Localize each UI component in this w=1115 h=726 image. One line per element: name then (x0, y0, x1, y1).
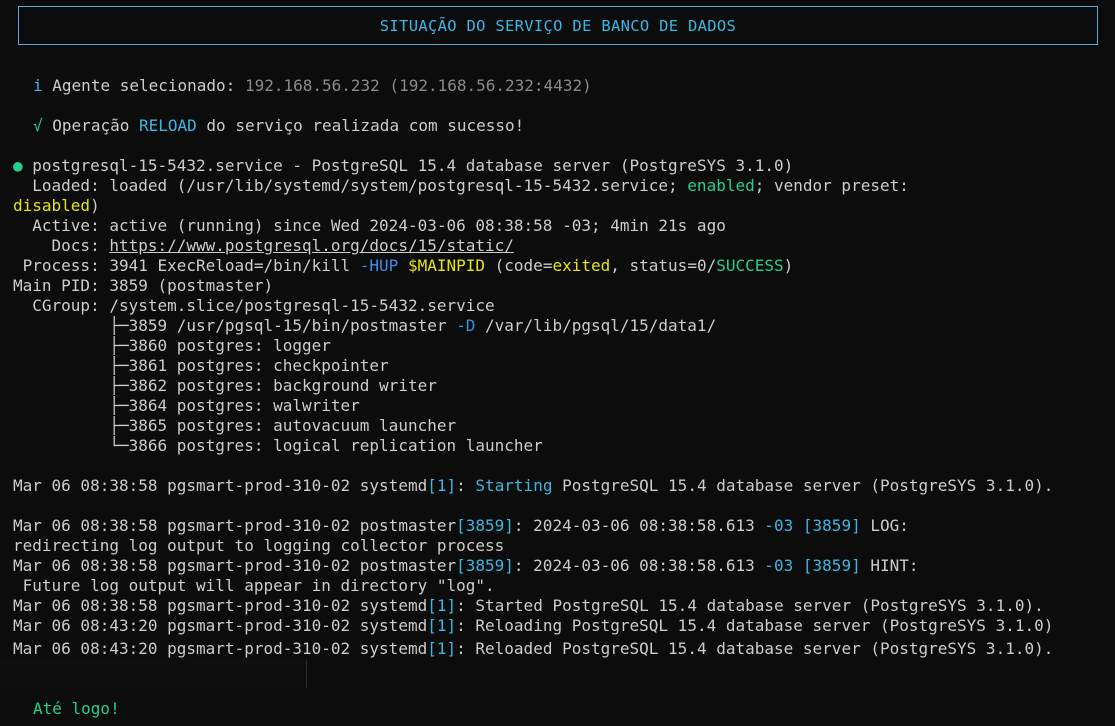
log-keyword: Starting (475, 476, 553, 495)
log-pid: [1] (427, 476, 457, 495)
agent-address: 192.168.56.232 (192.168.56.232:4432) (244, 76, 592, 95)
process-close: ) (783, 256, 794, 275)
log-prefix: Mar 06 08:43:20 pgsmart-prod-310-02 syst… (13, 639, 428, 658)
operation-name: RELOAD (138, 116, 197, 135)
result-post: do serviço realizada com sucesso! (196, 116, 525, 135)
log-pid: [1] (427, 639, 457, 658)
log-tz: -03 (764, 556, 794, 575)
log-rest: : Reloading PostgreSQL 15.4 database ser… (456, 616, 1054, 635)
docs-label: Docs: (13, 236, 110, 255)
loaded-line: Loaded: loaded (/usr/lib/systemd/system/… (13, 176, 909, 196)
log-prefix: Mar 06 08:38:58 pgsmart-prod-310-02 post… (13, 556, 457, 575)
log-pid: [3859] (456, 516, 514, 535)
log-line-continued: redirecting log output to logging collec… (13, 536, 505, 555)
log-rest: PostgreSQL 15.4 database server (Postgre… (552, 476, 1054, 495)
pane-divider (306, 660, 307, 688)
process-line: Process: 3941 ExecReload=/bin/kill -HUP … (13, 256, 794, 276)
header-title-box: SITUAÇÃO DO SERVIÇO DE BANCO DE DADOS (18, 6, 1098, 45)
log-prefix: Mar 06 08:38:58 pgsmart-prod-310-02 syst… (13, 476, 428, 495)
loaded-disabled: disabled (13, 196, 91, 215)
log-prefix: Mar 06 08:38:58 pgsmart-prod-310-02 syst… (13, 596, 428, 615)
log-mid: : 2024-03-06 08:38:58.613 (513, 556, 765, 575)
log-rest: : Started PostgreSQL 15.4 database serve… (456, 596, 1044, 615)
tree-line: ├─3860 postgres: logger (13, 336, 331, 355)
tree-rest: /var/lib/pgsql/15/data1/ (475, 316, 717, 335)
process-var: $MAINPID (407, 256, 486, 275)
docs-link[interactable]: https://www.postgresql.org/docs/15/stati… (109, 236, 514, 255)
log-pid: [3859] (802, 556, 861, 575)
log-space (793, 516, 803, 535)
process-space (398, 256, 408, 275)
service-line: ● postgresql-15-5432.service - PostgreSQ… (13, 156, 793, 176)
loaded-line-2: disabled) (13, 196, 100, 216)
log-line: Mar 06 08:43:20 pgsmart-prod-310-02 syst… (13, 616, 1053, 636)
log-line: Mar 06 08:38:58 pgsmart-prod-310-02 syst… (13, 596, 1044, 616)
tree-prefix: ├─3859 /usr/pgsql-15/bin/postmaster (13, 316, 457, 335)
tree-line: ├─3865 postgres: autovacuum launcher (13, 416, 457, 435)
tree-line: ├─3862 postgres: background writer (13, 376, 437, 395)
process-pre: Process: 3941 ExecReload=/bin/kill (13, 256, 360, 275)
log-line: Mar 06 08:38:58 pgsmart-prod-310-02 post… (13, 516, 909, 536)
log-line: Mar 06 08:38:58 pgsmart-prod-310-02 syst… (13, 476, 1053, 496)
loaded-enabled: enabled (687, 176, 755, 195)
loaded-post: ; vendor preset: (754, 176, 909, 195)
log-line-continued: Future log output will appear in directo… (13, 576, 495, 595)
log-colon: : (456, 476, 476, 495)
log-prefix: Mar 06 08:43:20 pgsmart-prod-310-02 syst… (13, 616, 428, 635)
farewell-message: Até logo! (33, 699, 120, 718)
log-pid: [1] (427, 616, 457, 635)
log-pid: [3859] (802, 516, 861, 535)
loaded-close: ) (90, 196, 100, 215)
process-hup: -HUP (359, 256, 399, 275)
tree-line: ├─3861 postgres: checkpointer (13, 356, 389, 375)
process-exited: exited (552, 256, 611, 275)
tree-line: ├─3864 postgres: walwriter (13, 396, 360, 415)
header-title: SITUAÇÃO DO SERVIÇO DE BANCO DE DADOS (379, 16, 737, 35)
loaded-pre: Loaded: loaded (/usr/lib/systemd/system/… (13, 176, 688, 195)
mainpid-line: Main PID: 3859 (postmaster) (13, 276, 274, 295)
log-pid: [1] (427, 596, 457, 615)
tree-line: ├─3859 /usr/pgsql-15/bin/postmaster -D /… (13, 316, 716, 336)
cgroup-line: CGroup: /system.slice/postgresql-15-5432… (13, 296, 495, 315)
service-name: postgresql-15-5432.service - PostgreSQL … (22, 156, 794, 175)
process-code: (code= (485, 256, 553, 275)
log-mid: : 2024-03-06 08:38:58.613 (513, 516, 765, 535)
log-rest: : Reloaded PostgreSQL 15.4 database serv… (456, 639, 1054, 658)
log-line: Mar 06 08:43:20 pgsmart-prod-310-02 syst… (13, 639, 1053, 659)
log-line: Mar 06 08:38:58 pgsmart-prod-310-02 post… (13, 556, 919, 576)
info-line: i Agente selecionado: 192.168.56.232 (19… (33, 76, 592, 96)
tree-flag: -D (456, 316, 476, 335)
log-level: HINT: (860, 556, 919, 575)
info-icon: i (33, 76, 43, 95)
process-status: , status=0/ (610, 256, 717, 275)
active-line: Active: active (running) since Wed 2024-… (13, 216, 726, 235)
log-space (793, 556, 803, 575)
log-pid: [3859] (456, 556, 514, 575)
process-success: SUCCESS (716, 256, 784, 275)
result-line: √ Operação RELOAD do serviço realizada c… (33, 116, 524, 136)
status-dot-icon: ● (13, 156, 23, 175)
info-label: Agente selecionado: (52, 76, 245, 95)
log-tz: -03 (764, 516, 794, 535)
log-prefix: Mar 06 08:38:58 pgsmart-prod-310-02 post… (13, 516, 457, 535)
log-level: LOG: (860, 516, 909, 535)
selection-shade (0, 658, 306, 688)
result-pre: Operação (52, 116, 139, 135)
check-icon: √ (33, 116, 43, 135)
docs-line: Docs: https://www.postgresql.org/docs/15… (13, 236, 514, 256)
tree-line: └─3866 postgres: logical replication lau… (13, 436, 543, 455)
